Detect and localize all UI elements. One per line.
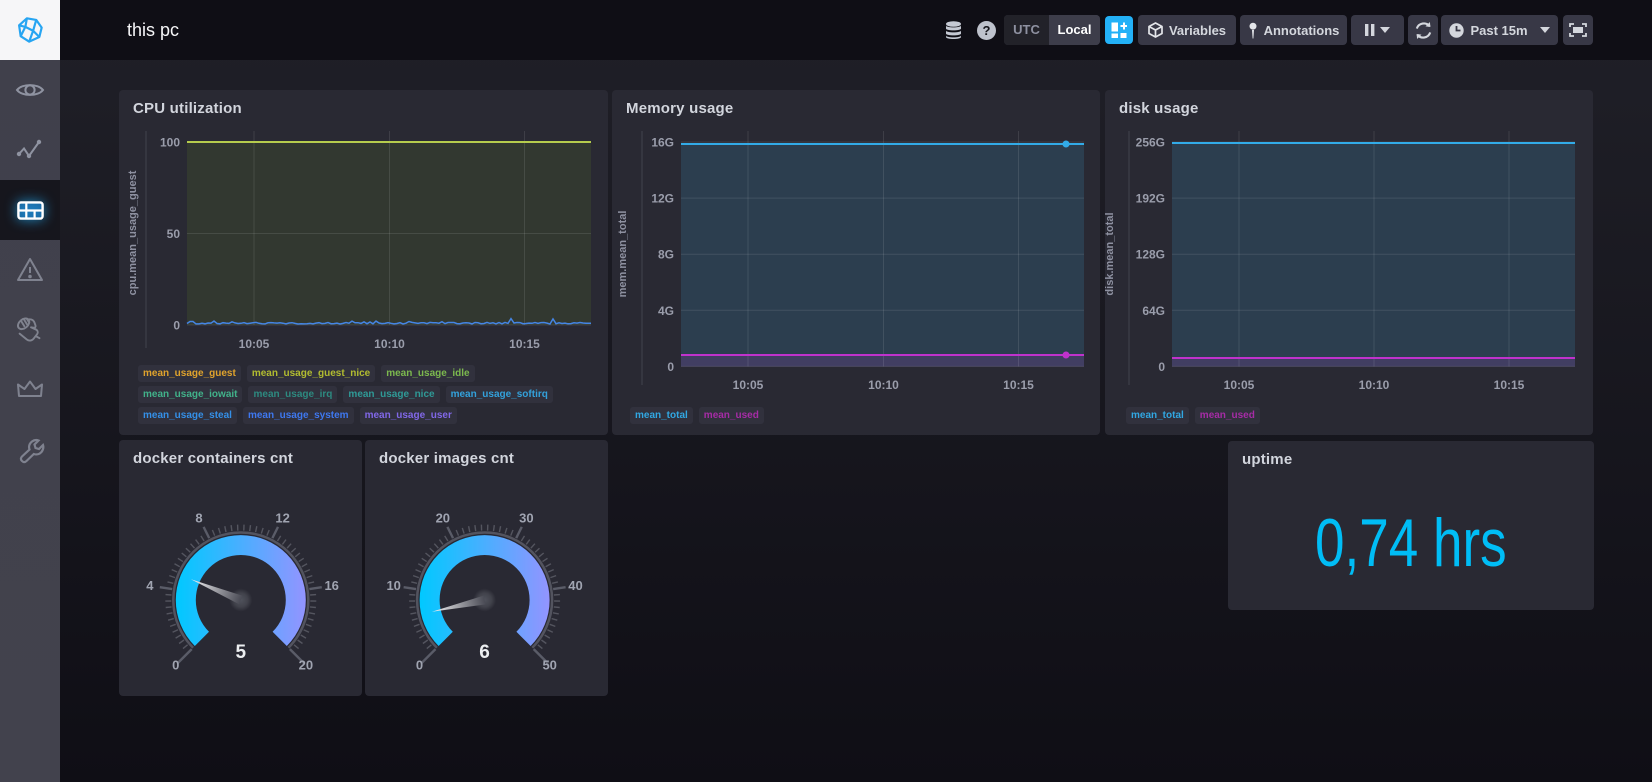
svg-text:8G: 8G: [658, 248, 674, 262]
svg-text:0: 0: [173, 319, 180, 333]
svg-text:100: 100: [160, 136, 180, 150]
svg-text:12: 12: [275, 511, 289, 526]
svg-text:4: 4: [146, 578, 154, 593]
svg-text:64G: 64G: [1142, 304, 1165, 318]
svg-text:30: 30: [519, 511, 533, 526]
svg-text:4G: 4G: [658, 304, 674, 318]
svg-text:50: 50: [167, 227, 181, 241]
svg-text:5: 5: [236, 642, 247, 663]
svg-text:0: 0: [667, 360, 674, 374]
svg-text:6: 6: [479, 642, 490, 663]
svg-text:10:10: 10:10: [374, 337, 405, 351]
svg-text:0: 0: [416, 658, 423, 673]
svg-text:16: 16: [324, 578, 338, 593]
svg-text:mem.mean_total: mem.mean_total: [617, 211, 629, 298]
svg-text:8: 8: [195, 511, 202, 526]
svg-text:10:10: 10:10: [1359, 378, 1390, 392]
svg-text:16G: 16G: [651, 136, 674, 150]
svg-text:40: 40: [568, 578, 582, 593]
svg-text:10:05: 10:05: [1224, 378, 1255, 392]
svg-text:20: 20: [436, 511, 450, 526]
svg-text:10:05: 10:05: [733, 378, 764, 392]
svg-text:10:15: 10:15: [509, 337, 540, 351]
svg-text:256G: 256G: [1136, 136, 1165, 150]
svg-text:20: 20: [299, 658, 313, 673]
svg-text:0: 0: [172, 658, 179, 673]
svg-text:128G: 128G: [1136, 248, 1165, 262]
svg-text:10:15: 10:15: [1003, 378, 1034, 392]
svg-text:12G: 12G: [651, 192, 674, 206]
svg-text:10:05: 10:05: [239, 337, 270, 351]
svg-text:192G: 192G: [1136, 192, 1165, 206]
svg-text:disk.mean_total: disk.mean_total: [1105, 212, 1116, 295]
svg-text:10:15: 10:15: [1494, 378, 1525, 392]
svg-text:cpu.mean_usage_guest: cpu.mean_usage_guest: [127, 170, 139, 295]
svg-text:50: 50: [542, 658, 556, 673]
svg-text:10: 10: [386, 578, 400, 593]
svg-text:10:10: 10:10: [868, 378, 899, 392]
svg-text:0: 0: [1158, 360, 1165, 374]
